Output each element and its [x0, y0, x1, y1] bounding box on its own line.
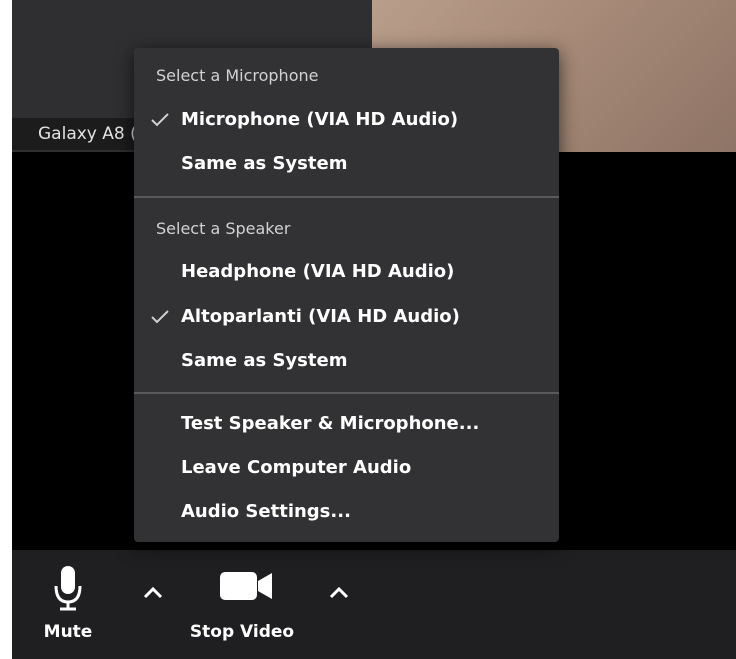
stop-video-button[interactable]: Stop Video: [180, 550, 304, 659]
menu-divider: [134, 392, 559, 394]
menu-item-label: Leave Computer Audio: [181, 457, 412, 478]
chevron-up-icon: [140, 586, 166, 608]
menu-item-speaker-same-as-system[interactable]: Same as System: [134, 341, 559, 381]
menu-item-speaker-altoparlanti[interactable]: Altoparlanti (VIA HD Audio): [134, 297, 559, 337]
meeting-toolbar: Mute Stop Video: [12, 550, 736, 659]
menu-item-speaker-headphone[interactable]: Headphone (VIA HD Audio): [134, 252, 559, 292]
microphone-icon: [53, 566, 83, 616]
menu-item-label: Audio Settings...: [181, 501, 351, 522]
menu-item-test-speaker-microphone[interactable]: Test Speaker & Microphone...: [134, 404, 559, 444]
menu-item-microphone-via[interactable]: Microphone (VIA HD Audio): [134, 100, 559, 140]
mute-button[interactable]: Mute: [26, 550, 110, 659]
menu-item-label: Same as System: [181, 153, 348, 174]
video-options-caret[interactable]: [326, 582, 352, 604]
menu-item-leave-computer-audio[interactable]: Leave Computer Audio: [134, 448, 559, 488]
menu-item-label: Headphone (VIA HD Audio): [181, 261, 455, 282]
chevron-up-icon: [326, 586, 352, 608]
check-icon: [148, 297, 172, 337]
menu-divider: [134, 196, 559, 198]
menu-item-label: Altoparlanti (VIA HD Audio): [181, 306, 460, 327]
video-camera-icon: [220, 572, 274, 606]
mute-label: Mute: [43, 622, 93, 642]
menu-item-label: Microphone (VIA HD Audio): [181, 109, 459, 130]
menu-item-microphone-same-as-system[interactable]: Same as System: [134, 144, 559, 184]
check-icon: [148, 100, 172, 140]
menu-item-label: Test Speaker & Microphone...: [181, 413, 480, 434]
microphone-section-header: Select a Microphone: [156, 66, 319, 85]
menu-item-audio-settings[interactable]: Audio Settings...: [134, 492, 559, 532]
stop-video-label: Stop Video: [189, 622, 295, 642]
menu-item-label: Same as System: [181, 350, 348, 371]
audio-options-caret[interactable]: [140, 582, 166, 604]
audio-options-menu: Select a Microphone Microphone (VIA HD A…: [134, 48, 559, 542]
speaker-section-header: Select a Speaker: [156, 219, 291, 238]
